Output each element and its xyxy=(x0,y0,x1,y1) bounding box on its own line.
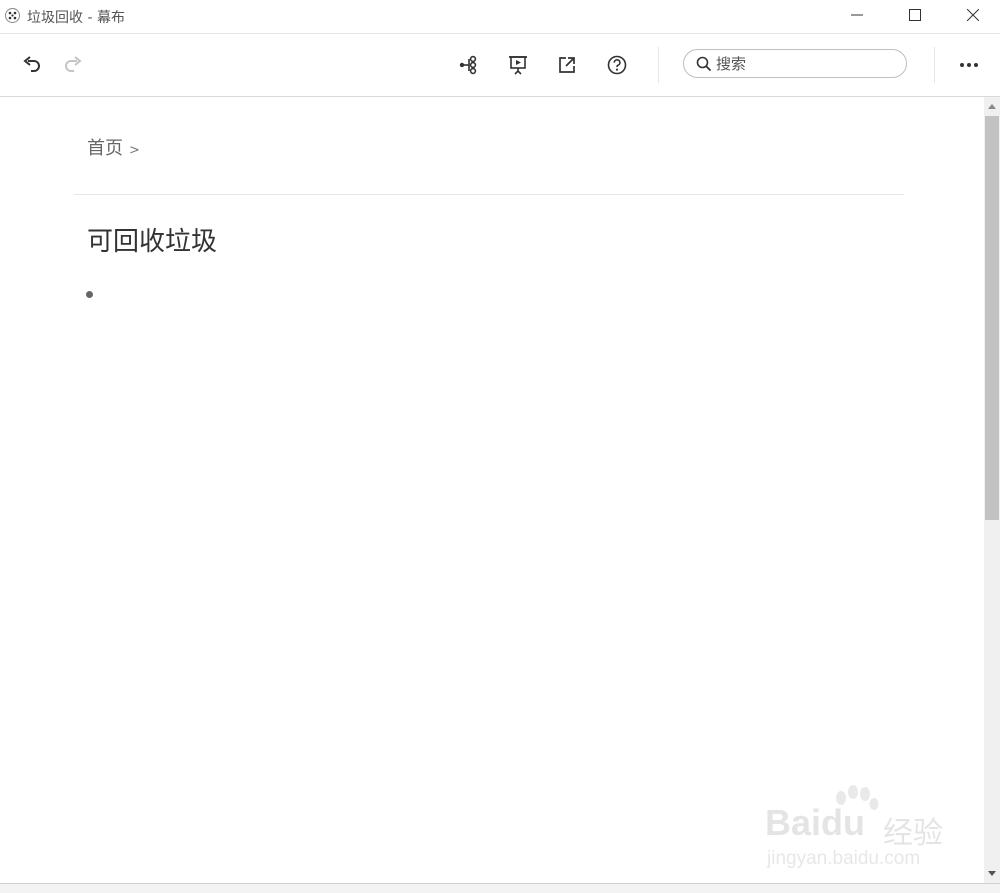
scroll-down-button[interactable] xyxy=(984,865,1000,883)
search-icon xyxy=(696,56,712,72)
document-area: 首页 > 可回收垃圾 xyxy=(0,97,984,883)
list-item[interactable] xyxy=(86,291,94,299)
arrow-up-icon xyxy=(988,104,996,109)
watermark: Baidu 经验 jingyan.baidu.com xyxy=(765,784,955,874)
breadcrumb: 首页 > xyxy=(87,134,140,160)
scroll-up-button[interactable] xyxy=(984,97,1000,115)
redo-icon xyxy=(65,56,82,72)
undo-button[interactable] xyxy=(16,49,48,81)
help-icon xyxy=(607,55,627,75)
more-icon xyxy=(960,63,978,67)
mindmap-icon xyxy=(459,55,477,75)
maximize-icon xyxy=(909,9,921,21)
watermark-url: jingyan.baidu.com xyxy=(767,848,921,869)
presentation-icon xyxy=(509,56,527,75)
minimize-button[interactable] xyxy=(834,0,880,32)
minimize-icon xyxy=(851,14,863,16)
toolbar-divider xyxy=(658,47,659,83)
arrow-down-icon xyxy=(988,871,996,876)
vertical-scrollbar[interactable] xyxy=(984,97,1000,883)
watermark-brand: Baidu xyxy=(765,802,866,843)
breadcrumb-home-link[interactable]: 首页 xyxy=(87,138,123,159)
mindmap-button[interactable] xyxy=(453,49,485,81)
toolbar-divider xyxy=(934,47,935,83)
watermark-suffix: 经验 xyxy=(883,816,943,851)
app-logo-icon xyxy=(5,8,20,23)
external-link-icon xyxy=(559,57,575,73)
breadcrumb-separator: > xyxy=(129,143,140,158)
document-title[interactable]: 可回收垃圾 xyxy=(87,221,217,258)
share-button[interactable] xyxy=(551,49,583,81)
toolbar xyxy=(0,34,1000,97)
close-button[interactable] xyxy=(950,0,996,32)
bullet-icon[interactable] xyxy=(86,291,93,298)
more-button[interactable] xyxy=(953,49,985,81)
divider xyxy=(74,194,904,195)
search-box[interactable] xyxy=(683,49,907,78)
redo-button[interactable] xyxy=(57,49,89,81)
help-button[interactable] xyxy=(601,49,633,81)
title-bar: 垃圾回收 - 幕布 xyxy=(0,0,1000,34)
search-input[interactable] xyxy=(716,53,896,74)
undo-icon xyxy=(23,56,40,72)
scrollbar-thumb[interactable] xyxy=(985,116,999,520)
presentation-button[interactable] xyxy=(502,49,534,81)
close-icon xyxy=(967,9,979,21)
window-title: 垃圾回收 - 幕布 xyxy=(27,10,125,26)
maximize-button[interactable] xyxy=(892,0,938,32)
